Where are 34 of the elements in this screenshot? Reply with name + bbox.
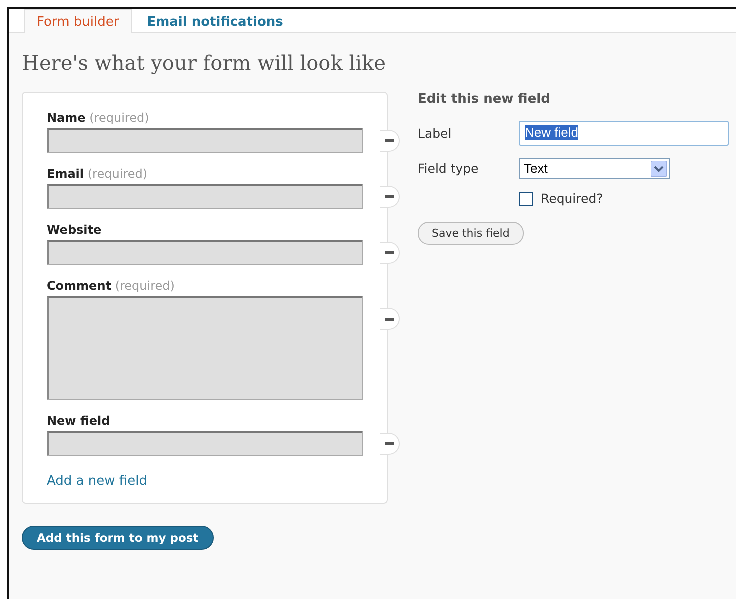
label-input[interactable]: New field xyxy=(519,121,729,146)
field-label: Field type xyxy=(418,161,480,176)
required-checkbox[interactable] xyxy=(519,192,533,206)
remove-field-button[interactable] xyxy=(380,308,400,330)
tab[interactable]: Form builder xyxy=(24,9,132,33)
remove-field-button[interactable] xyxy=(380,242,400,264)
field-label: Comment (required) xyxy=(47,279,176,293)
minus-icon xyxy=(385,195,394,198)
minus-icon xyxy=(385,139,394,142)
save-field-button[interactable]: Save this field xyxy=(418,222,524,245)
input-field[interactable] xyxy=(47,240,363,265)
input-field[interactable] xyxy=(47,128,363,153)
remove-field-button[interactable] xyxy=(380,432,400,454)
field-type-dropdown[interactable]: Text xyxy=(519,158,670,179)
tab[interactable]: Email notifications xyxy=(134,9,296,33)
checkbox-label: Required? xyxy=(541,191,604,206)
page-heading: Here's what your form will look like xyxy=(22,51,387,75)
dropdown-arrow-icon xyxy=(651,160,667,176)
minus-icon xyxy=(385,251,394,254)
remove-field-button[interactable] xyxy=(380,130,400,152)
add-form-button[interactable]: Add this form to my post xyxy=(22,526,214,550)
remove-field-button[interactable] xyxy=(380,186,400,208)
section-title: Edit this new field xyxy=(418,92,552,107)
field-label: New field xyxy=(47,414,112,428)
field-label: Email (required) xyxy=(47,167,149,181)
field-label: Website xyxy=(47,223,103,237)
input-field[interactable] xyxy=(47,431,363,456)
minus-icon xyxy=(385,318,394,320)
field-label: Label xyxy=(418,126,453,141)
textarea-field[interactable] xyxy=(47,296,363,400)
input-field[interactable] xyxy=(47,184,363,209)
minus-icon xyxy=(385,442,394,445)
add-field-link[interactable]: Add a new field xyxy=(47,474,148,489)
field-label: Name (required) xyxy=(47,111,150,125)
